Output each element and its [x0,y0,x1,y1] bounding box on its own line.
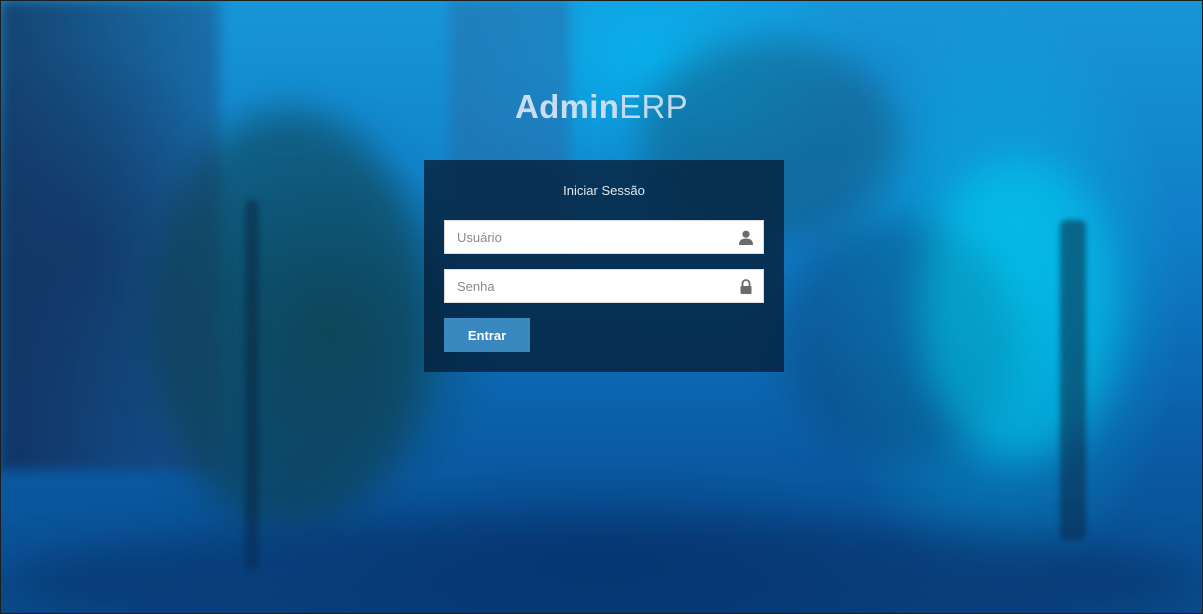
login-screen: AdminERP Iniciar Sessão Entrar [0,0,1203,614]
password-field[interactable] [444,269,764,303]
lock-icon [740,279,752,294]
background-sky-glow [920,160,1120,460]
background-foliage [150,110,430,530]
login-title: Iniciar Sessão [563,183,645,198]
background-tree-trunk [245,200,259,570]
brand-logo-light: ERP [619,88,688,125]
user-icon [739,230,753,245]
background-tree-trunk [1060,220,1086,540]
brand-logo: AdminERP [0,88,1203,126]
background-ground [0,520,1203,614]
login-panel: Iniciar Sessão Entrar [424,160,784,372]
password-input[interactable] [445,270,727,302]
username-input[interactable] [445,221,727,253]
username-field[interactable] [444,220,764,254]
brand-logo-bold: Admin [515,88,620,125]
login-button[interactable]: Entrar [444,318,530,352]
